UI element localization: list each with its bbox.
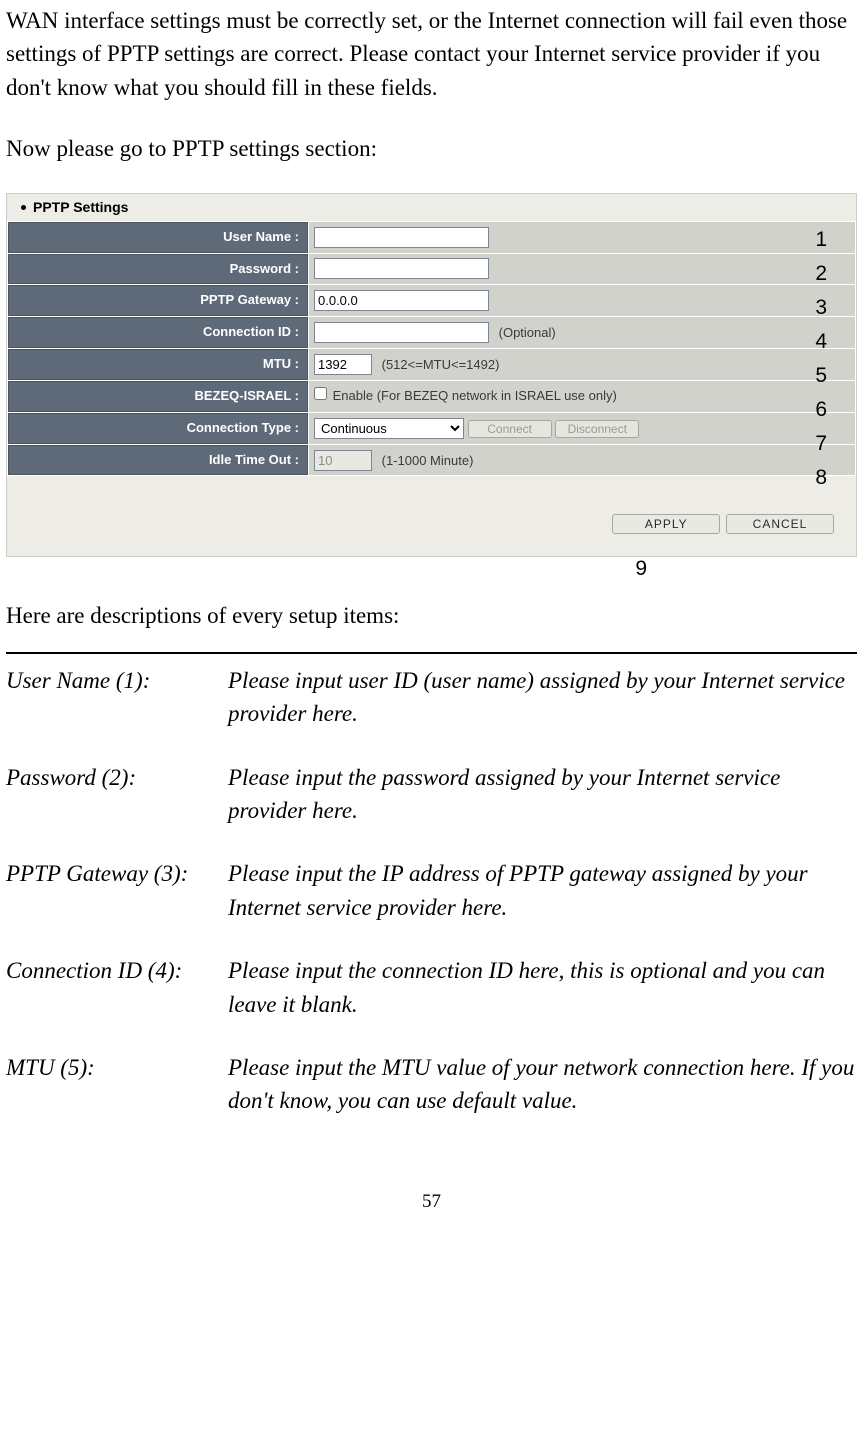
disconnect-button[interactable]: Disconnect (555, 420, 639, 438)
connection-id-note: (Optional) (493, 325, 556, 340)
bezeq-check-label: Enable (For BEZEQ network in ISRAEL use … (331, 388, 617, 403)
desc-def-2: Please input the password assigned by yo… (228, 761, 857, 828)
password-input[interactable] (314, 258, 489, 279)
idle-timeout-label: Idle Time Out : (8, 445, 308, 476)
pptp-settings-screenshot: PPTP Settings User Name : Password : PPT… (6, 193, 857, 556)
descriptions-intro: Here are descriptions of every setup ite… (6, 599, 857, 632)
mtu-label: MTU : (8, 349, 308, 380)
desc-term-3: PPTP Gateway (3): (6, 857, 216, 924)
bezeq-checkbox[interactable] (314, 387, 327, 400)
bezeq-label: BEZEQ-ISRAEL : (8, 381, 308, 412)
cancel-button[interactable]: CANCEL (726, 514, 834, 534)
callout-4: 4 (815, 327, 827, 357)
panel-title: PPTP Settings (33, 197, 128, 217)
callout-8: 8 (815, 463, 827, 493)
connection-id-label: Connection ID : (8, 317, 308, 348)
username-label: User Name : (8, 222, 308, 253)
callout-9: 9 (635, 554, 647, 584)
desc-def-4: Please input the connection ID here, thi… (228, 954, 857, 1021)
username-input[interactable] (314, 227, 489, 248)
intro-paragraph-2: Now please go to PPTP settings section: (6, 132, 857, 165)
connection-type-select[interactable]: Continuous (314, 418, 464, 439)
callout-2: 2 (815, 259, 827, 289)
desc-term-1: User Name (1): (6, 664, 216, 731)
desc-def-5: Please input the MTU value of your netwo… (228, 1051, 857, 1118)
separator-rule (6, 652, 857, 654)
callout-3: 3 (815, 293, 827, 323)
pptp-gateway-label: PPTP Gateway : (8, 285, 308, 316)
bullet-icon (21, 205, 26, 210)
desc-def-3: Please input the IP address of PPTP gate… (228, 857, 857, 924)
apply-button[interactable]: APPLY (612, 514, 720, 534)
connection-id-input[interactable] (314, 322, 489, 343)
idle-timeout-note: (1-1000 Minute) (376, 453, 474, 468)
connection-type-label: Connection Type : (8, 413, 308, 444)
idle-timeout-input[interactable] (314, 450, 372, 471)
desc-term-2: Password (2): (6, 761, 216, 828)
callout-7: 7 (815, 429, 827, 459)
page-number: 57 (6, 1188, 857, 1216)
panel-buttons-row: APPLY CANCEL (7, 476, 856, 555)
password-label: Password : (8, 254, 308, 285)
callout-6: 6 (815, 395, 827, 425)
desc-term-4: Connection ID (4): (6, 954, 216, 1021)
panel-title-row: PPTP Settings (7, 194, 856, 220)
callout-5: 5 (815, 361, 827, 391)
mtu-input[interactable] (314, 354, 372, 375)
callout-1: 1 (815, 225, 827, 255)
intro-paragraph-1: WAN interface settings must be correctly… (6, 4, 857, 104)
mtu-note: (512<=MTU<=1492) (376, 357, 500, 372)
desc-def-1: Please input user ID (user name) assigne… (228, 664, 857, 731)
pptp-gateway-input[interactable] (314, 290, 489, 311)
desc-term-5: MTU (5): (6, 1051, 216, 1118)
connect-button[interactable]: Connect (468, 420, 552, 438)
bezeq-enable-wrap[interactable]: Enable (For BEZEQ network in ISRAEL use … (314, 388, 617, 403)
